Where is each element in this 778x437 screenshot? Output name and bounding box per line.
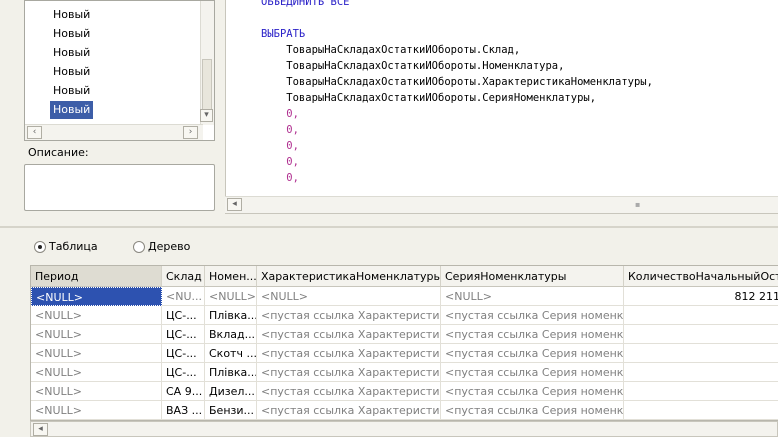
table-cell[interactable]: Плівка... [205,306,257,325]
table-cell[interactable] [624,401,778,420]
table-cell[interactable]: <NULL> [257,287,441,306]
table-cell[interactable]: <пустая ссылка Серия номенкл... [441,306,624,325]
editor-horizontal-scrollbar[interactable]: ◂ ▪ [225,196,778,214]
code-line: ТоварыНаСкладахОстаткиИОбороты.Номенклат… [261,60,565,72]
panel-divider[interactable] [0,226,778,228]
list-item[interactable]: Новый [50,82,93,100]
scroll-down-icon[interactable]: ▾ [200,109,213,122]
table-cell[interactable]: <пустая ссылка Серия номенкл... [441,363,624,382]
tree-radio-icon[interactable] [133,241,145,253]
table-cell[interactable]: <NULL> [31,363,162,382]
scroll-left-icon[interactable]: ◂ [33,423,48,436]
code-line: ТоварыНаСкладахОстаткиИОбороты.Характери… [261,76,653,88]
table-cell[interactable]: Скотч ... [205,344,257,363]
description-field[interactable] [24,164,215,211]
code-line: ТоварыНаСкладахОстаткиИОбороты.Склад, [261,44,521,56]
table-cell[interactable]: ВАЗ ... [162,401,205,420]
column-header[interactable]: Номен... [205,266,257,287]
scroll-left-icon[interactable]: ‹ [27,126,42,139]
table-cell[interactable]: <NULL> [205,287,257,306]
list-vertical-scrollbar[interactable]: ▾ [200,1,214,125]
table-cell[interactable]: Бензи... [205,401,257,420]
scroll-left-icon[interactable]: ◂ [227,198,242,211]
table-cell[interactable] [624,363,778,382]
table-cell[interactable]: <NULL> [31,325,162,344]
code-line: ТоварыНаСкладахОстаткиИОбороты.СерияНоме… [261,92,597,104]
column-header[interactable]: Период [31,266,162,287]
table-cell[interactable]: Плівка... [205,363,257,382]
table-cell[interactable]: <пустая ссылка Серия номенкл... [441,325,624,344]
results-table[interactable]: Период Склад Номен... ХарактеристикаНоменкл… [30,265,778,421]
table-cell[interactable]: <NULL> [31,382,162,401]
column-header[interactable]: ХарактеристикаНоменклатуры [257,266,441,287]
tree-radio-label[interactable]: Дерево [148,240,190,253]
table-cell[interactable]: Вклад... [205,325,257,344]
table-cell[interactable]: <пустая ссылка Характеристик... [257,401,441,420]
table-cell[interactable]: <пустая ссылка Характеристик... [257,363,441,382]
list-item[interactable]: Новый [50,25,93,43]
column-header[interactable]: КоличествоНачальныйОстато [624,266,778,287]
table-cell[interactable]: <NULL> [31,287,162,306]
list-item[interactable]: Новый [50,101,94,119]
table-cell[interactable]: <пустая ссылка Серия номенкл... [441,401,624,420]
table-cell[interactable]: <NU... [162,287,205,306]
column-header[interactable]: СерияНоменклатуры [441,266,624,287]
table-cell[interactable] [624,325,778,344]
table-cell[interactable]: <NULL> [31,344,162,363]
table-cell[interactable]: <NULL> [31,401,162,420]
scroll-grip-icon[interactable]: ▪ [635,200,640,209]
list-item[interactable]: Новый [50,44,93,62]
description-label: Описание: [28,146,89,159]
table-cell[interactable]: <пустая ссылка Характеристик... [257,325,441,344]
table-cell[interactable]: <пустая ссылка Серия номенкл... [441,344,624,363]
table-radio-icon[interactable] [34,241,46,253]
table-cell[interactable] [624,382,778,401]
table-cell[interactable] [624,344,778,363]
code-line: 0, [261,156,299,168]
scroll-right-icon[interactable]: › [183,126,198,139]
query-list[interactable]: Новый Новый Новый Новый Новый Новый ▾ ‹ › [24,0,215,141]
code-line: ВЫБРАТЬ [261,28,306,40]
list-item[interactable]: Новый [50,6,93,24]
list-horizontal-scrollbar[interactable]: ‹ › [25,124,203,140]
table-cell[interactable]: СА 9... [162,382,205,401]
table-cell[interactable]: ЦС-... [162,325,205,344]
code-line: 0, [261,108,299,120]
table-cell[interactable]: ЦС-... [162,363,205,382]
table-cell[interactable]: <пустая ссылка Характеристик... [257,382,441,401]
table-cell[interactable]: <пустая ссылка Характеристик... [257,344,441,363]
table-cell[interactable]: 812 211 [624,287,778,306]
table-cell[interactable]: <NULL> [441,287,624,306]
table-cell[interactable]: <NULL> [31,306,162,325]
table-cell[interactable]: <пустая ссылка Характеристик... [257,306,441,325]
column-header[interactable]: Склад [162,266,205,287]
table-cell[interactable]: ЦС-... [162,306,205,325]
table-radio-label[interactable]: Таблица [49,240,98,253]
list-item[interactable]: Новый [50,63,93,81]
table-cell[interactable]: <пустая ссылка Серия номенкл... [441,382,624,401]
table-horizontal-scrollbar[interactable]: ◂ [30,421,778,437]
code-line: ОБЪЕДИНИТЬ ВСЕ [261,0,350,8]
query-text-editor[interactable]: ОБЪЕДИНИТЬ ВСЕ ВЫБРАТЬ ТоварыНаСкладахОст… [225,0,778,196]
table-cell[interactable] [624,306,778,325]
code-line: 0, [261,124,299,136]
code-line: 0, [261,172,299,184]
code-line: 0, [261,140,299,152]
table-cell[interactable]: ЦС-... [162,344,205,363]
table-cell[interactable]: Дизел... [205,382,257,401]
